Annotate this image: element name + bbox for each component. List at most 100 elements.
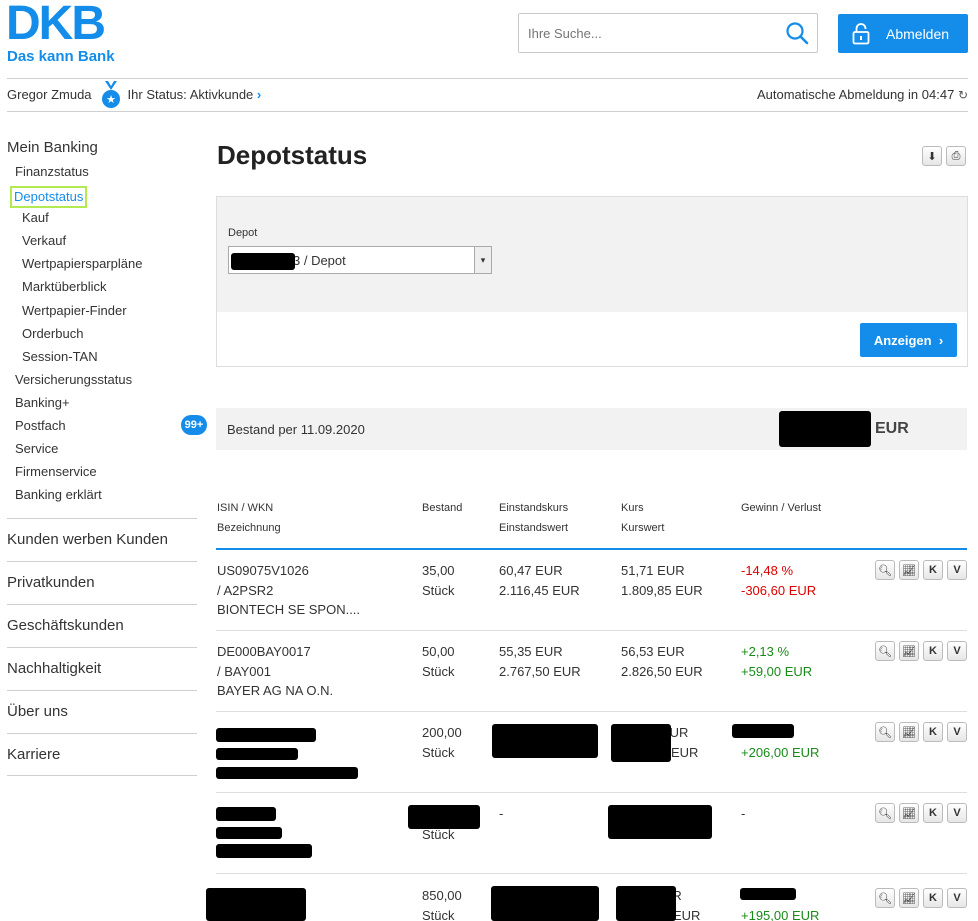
row-kurswert-fragment: EUR bbox=[671, 744, 699, 760]
sidebar-item-versicherungsstatus[interactable]: Versicherungsstatus bbox=[7, 371, 197, 394]
medal-icon: ★ bbox=[101, 80, 120, 108]
user-bar: Gregor Zmuda ★ Ihr Status: Aktivkunde › … bbox=[7, 78, 968, 111]
table-row[interactable]: US09075V1026 / A2PSR2 BIONTECH SE SPON..… bbox=[216, 550, 967, 631]
header-bestand: Bestand bbox=[422, 502, 463, 514]
print-button[interactable]: ⎙ bbox=[946, 146, 966, 166]
search-input[interactable] bbox=[519, 14, 777, 52]
nav-privatkunden[interactable]: Privatkunden bbox=[7, 561, 197, 604]
search-box bbox=[518, 13, 818, 53]
sell-button[interactable]: V bbox=[947, 888, 967, 908]
buy-icon: K bbox=[929, 726, 937, 738]
user-name: Gregor Zmuda bbox=[7, 87, 92, 102]
sidebar-item-banking-plus[interactable]: Banking+ bbox=[7, 394, 197, 417]
nav-nachhaltigkeit[interactable]: Nachhaltigkeit bbox=[7, 647, 197, 690]
logout-button[interactable]: Abmelden bbox=[838, 14, 968, 53]
row-isin: US09075V1026 bbox=[217, 563, 309, 578]
row-gewinn-abs: -306,60 EUR bbox=[741, 582, 817, 598]
chevron-down-icon: ▾ bbox=[474, 247, 491, 273]
sidebar-section-mein-banking[interactable]: Mein Banking bbox=[7, 139, 197, 163]
sidebar-item-firmenservice[interactable]: Firmenservice bbox=[7, 463, 197, 486]
table-row[interactable]: DE000BAY0017 / BAY001 BAYER AG NA O.N. 5… bbox=[216, 631, 967, 712]
chart-button[interactable]: 📈︎ bbox=[899, 888, 919, 908]
sell-button[interactable]: V bbox=[947, 803, 967, 823]
nav-karriere[interactable]: Karriere bbox=[7, 733, 197, 777]
chart-button[interactable]: 📈︎ bbox=[899, 641, 919, 661]
header-einstandswert: Einstandswert bbox=[499, 522, 569, 534]
row-gewinn-pct: -14,48 % bbox=[741, 563, 794, 578]
nav-geschaeftskunden[interactable]: Geschäftskunden bbox=[7, 604, 197, 647]
sidebar-item-orderbuch[interactable]: Orderbuch bbox=[7, 325, 197, 348]
row-qty: 850,00 bbox=[422, 888, 462, 903]
search-icon: 🔍︎ bbox=[878, 645, 892, 658]
details-button[interactable]: 🔍︎ bbox=[875, 560, 895, 580]
header-kurswert: Kurswert bbox=[621, 522, 665, 534]
details-button[interactable]: 🔍︎ bbox=[875, 803, 895, 823]
chart-button[interactable]: 📈︎ bbox=[899, 722, 919, 742]
chart-button[interactable]: 📈︎ bbox=[899, 560, 919, 580]
download-icon: ⬇ bbox=[927, 150, 937, 163]
row-unit: Stück bbox=[422, 582, 455, 598]
user-status-link[interactable]: Ihr Status: Aktivkunde › bbox=[128, 87, 262, 102]
row-actions: 🔍︎ 📈︎ K V bbox=[875, 560, 967, 580]
sell-button[interactable]: V bbox=[947, 560, 967, 580]
details-button[interactable]: 🔍︎ bbox=[875, 641, 895, 661]
svg-text:★: ★ bbox=[106, 93, 116, 106]
depot-select[interactable]: 3 / Depot ▾ bbox=[228, 246, 492, 274]
sidebar-item-depotstatus[interactable]: Depotstatus bbox=[7, 186, 197, 209]
sidebar-item-finanzstatus[interactable]: Finanzstatus bbox=[7, 163, 197, 186]
buy-button[interactable]: K bbox=[923, 888, 943, 908]
row-unit: Stück bbox=[422, 744, 455, 760]
search-button[interactable] bbox=[777, 14, 817, 52]
nav-ueber-uns[interactable]: Über uns bbox=[7, 690, 197, 733]
buy-button[interactable]: K bbox=[923, 560, 943, 580]
sidebar-item-wertpapier-finder[interactable]: Wertpapier-Finder bbox=[7, 302, 197, 325]
chart-icon: 📈︎ bbox=[902, 807, 916, 820]
nav-kunden-werben-kunden[interactable]: Kunden werben Kunden bbox=[7, 518, 197, 561]
row-unit: Stück bbox=[422, 907, 455, 921]
buy-button[interactable]: K bbox=[923, 641, 943, 661]
sidebar-item-marktueberblick[interactable]: Marktüberblick bbox=[7, 278, 197, 301]
sell-icon: V bbox=[953, 726, 961, 738]
sidebar-item-session-tan[interactable]: Session-TAN bbox=[7, 348, 197, 371]
header-isin: ISIN / WKN bbox=[217, 502, 274, 514]
details-button[interactable]: 🔍︎ bbox=[875, 888, 895, 908]
row-kurswert: 2.826,50 EUR bbox=[621, 663, 703, 679]
search-icon bbox=[786, 22, 809, 45]
row-name: BAYER AG NA O.N. bbox=[217, 683, 334, 698]
buy-icon: K bbox=[929, 645, 937, 657]
postfach-badge: 99+ bbox=[181, 415, 207, 436]
download-button[interactable]: ⬇ bbox=[922, 146, 942, 166]
sidebar-item-service[interactable]: Service bbox=[7, 440, 197, 463]
chart-icon: 📈︎ bbox=[902, 645, 916, 658]
logout-timer-label: Automatische Abmeldung in bbox=[756, 87, 919, 102]
sidebar-item-wertpapiersparplaene[interactable]: Wertpapiersparpläne bbox=[7, 255, 197, 278]
header-gewinn: Gewinn / Verlust bbox=[741, 502, 822, 514]
logout-label: Abmelden bbox=[886, 25, 950, 42]
table-row[interactable]: Stück - - 🔍︎ 📈︎ K V bbox=[216, 793, 967, 874]
table-row[interactable]: 850,00 Stück UR EUR +195,00 EUR 🔍︎ 📈︎ K … bbox=[206, 874, 967, 921]
row-einstandswert: 2.116,45 EUR bbox=[499, 582, 580, 598]
divider bbox=[7, 111, 968, 112]
unlock-icon bbox=[852, 22, 870, 44]
chart-icon: 📈︎ bbox=[902, 726, 916, 739]
sidebar-item-verkauf[interactable]: Verkauf bbox=[7, 232, 197, 255]
sidebar: Mein Banking Finanzstatus Depotstatus Ka… bbox=[7, 139, 207, 777]
refresh-icon[interactable]: ↻ bbox=[958, 88, 968, 102]
print-icon: ⎙ bbox=[951, 149, 961, 162]
chart-button[interactable]: 📈︎ bbox=[899, 803, 919, 823]
row-wkn: / BAY001 bbox=[217, 663, 271, 679]
sidebar-item-banking-erklaert[interactable]: Banking erklärt bbox=[7, 486, 197, 509]
buy-button[interactable]: K bbox=[923, 722, 943, 742]
table-row[interactable]: 200,00 Stück EUR EUR +206,00 EUR 🔍︎ 📈︎ K… bbox=[216, 712, 967, 793]
sell-button[interactable]: V bbox=[947, 641, 967, 661]
details-button[interactable]: 🔍︎ bbox=[875, 722, 895, 742]
search-icon: 🔍︎ bbox=[878, 807, 892, 820]
show-button[interactable]: Anzeigen › bbox=[860, 323, 957, 357]
sidebar-item-postfach[interactable]: Postfach 99+ bbox=[7, 415, 207, 440]
redaction bbox=[491, 886, 599, 921]
row-gewinn-pct: - bbox=[741, 806, 746, 821]
buy-button[interactable]: K bbox=[923, 803, 943, 823]
sidebar-item-kauf[interactable]: Kauf bbox=[7, 209, 197, 232]
sell-button[interactable]: V bbox=[947, 722, 967, 742]
dkb-logo[interactable]: DKB bbox=[6, 0, 106, 48]
